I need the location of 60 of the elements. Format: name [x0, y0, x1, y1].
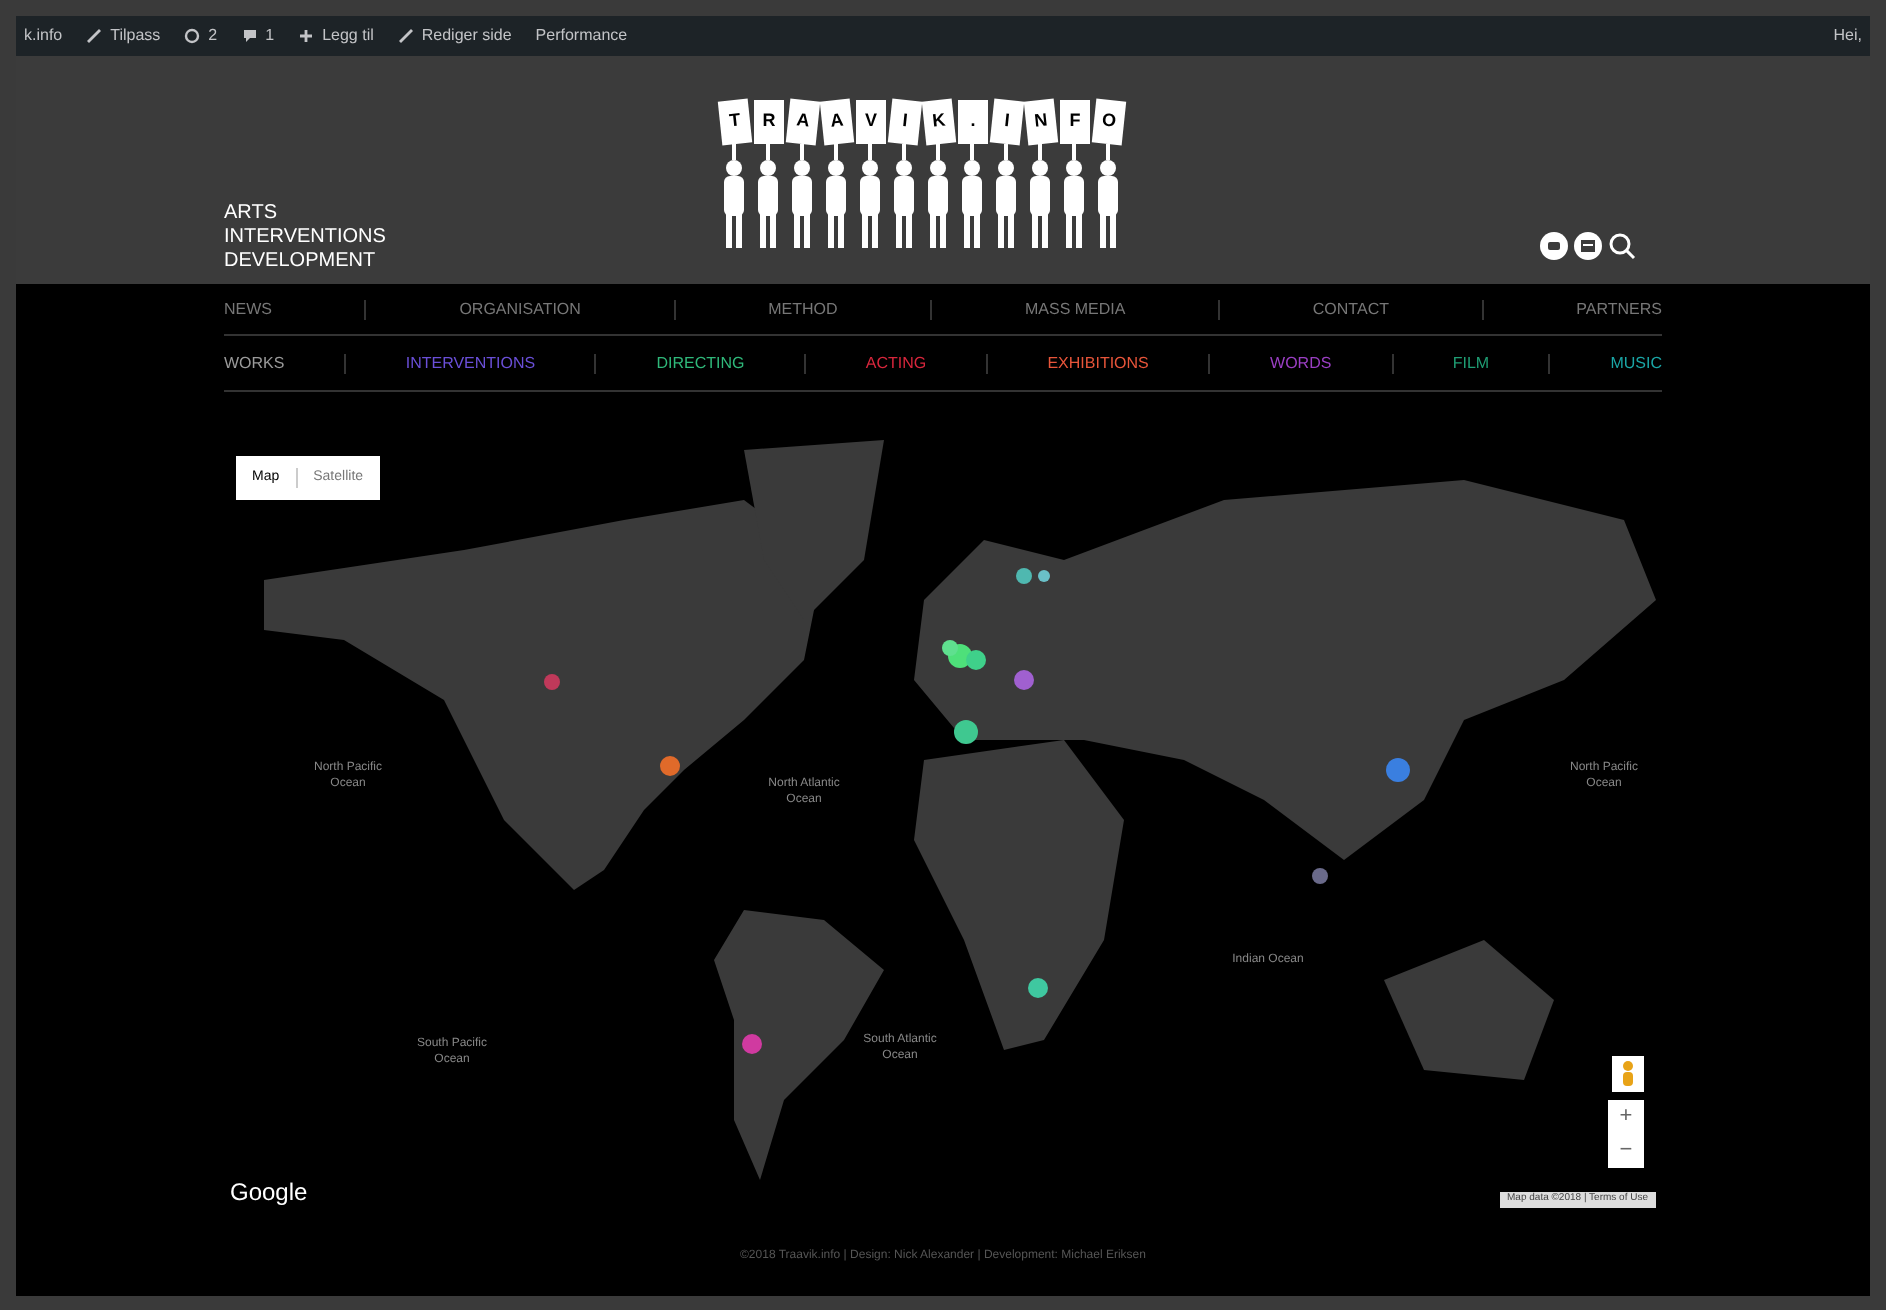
toolbar-link[interactable]: Legg til	[298, 24, 374, 48]
tagline-text: DEVELOPMENT	[224, 250, 378, 274]
map-marker[interactable]	[942, 640, 958, 656]
sign-letter: V	[856, 100, 886, 144]
sign-letter: N	[1023, 98, 1059, 146]
category-link[interactable]: MUSIC	[1610, 351, 1662, 375]
toolbar-link[interactable]: Rediger side	[397, 24, 512, 48]
map-marker[interactable]	[1386, 758, 1410, 782]
sign-letter: R	[754, 100, 784, 144]
sign-letter: F	[1060, 100, 1090, 144]
nav-link[interactable]: MASS MEDIA	[1024, 297, 1126, 321]
map-marker[interactable]	[1028, 978, 1048, 998]
toolbar-link[interactable]: Performance	[535, 24, 628, 48]
comment-icon	[241, 28, 258, 44]
sign-letter: K	[921, 98, 957, 146]
zoom-in-button[interactable]: +	[1619, 1100, 1633, 1134]
sign-letter: .	[958, 100, 988, 144]
category-link[interactable]: DIRECTING	[656, 351, 745, 375]
sign-letter: A	[785, 98, 821, 146]
toolbar-link[interactable]: 1	[241, 24, 275, 48]
refresh-icon	[184, 28, 201, 44]
map-marker[interactable]	[966, 650, 986, 670]
category-link[interactable]: WORDS	[1270, 351, 1332, 375]
nav-link[interactable]: NEWS	[224, 297, 272, 321]
nav-link[interactable]: ORGANISATION	[459, 297, 581, 321]
map-marker[interactable]	[1016, 568, 1032, 584]
sign-letter: I	[989, 98, 1025, 146]
sign-letter: O	[1091, 98, 1127, 146]
tagline-text: ARTS	[224, 202, 279, 226]
category-link[interactable]: ACTING	[865, 351, 927, 375]
social-icon[interactable]	[1574, 232, 1602, 260]
map-marker[interactable]	[1038, 570, 1050, 582]
tagline-text: INTERVENTIONS	[224, 226, 386, 250]
plus-icon	[298, 28, 315, 44]
category-link[interactable]: WORKS	[224, 351, 285, 375]
map-marker[interactable]	[1014, 670, 1034, 690]
video-icon[interactable]	[1540, 232, 1568, 260]
sign-letter: T	[717, 98, 753, 146]
sign-letter: A	[819, 98, 855, 146]
category-link[interactable]: EXHIBITIONS	[1047, 351, 1149, 375]
map-marker[interactable]	[544, 674, 560, 690]
nav-link[interactable]: PARTNERS	[1576, 297, 1662, 321]
search-icon[interactable]	[1608, 232, 1636, 260]
toolbar-link[interactable]: k.info	[24, 24, 63, 48]
greeting[interactable]: Hei,	[1833, 24, 1862, 48]
nav-link[interactable]: CONTACT	[1312, 297, 1389, 321]
map-marker[interactable]	[742, 1034, 762, 1054]
pencil-icon	[86, 28, 103, 44]
zoom-out-button[interactable]: −	[1619, 1134, 1633, 1168]
sign-letter: I	[887, 98, 923, 146]
toolbar-link[interactable]: Tilpass	[86, 24, 161, 48]
category-link[interactable]: INTERVENTIONS	[405, 351, 536, 375]
map-marker[interactable]	[954, 720, 978, 744]
google-logo: Google	[230, 1176, 308, 1210]
pencil-icon	[397, 28, 414, 44]
map-marker[interactable]	[1312, 868, 1328, 884]
category-link[interactable]: FILM	[1452, 351, 1490, 375]
map-marker[interactable]	[660, 756, 680, 776]
toolbar-link[interactable]: 2	[184, 24, 218, 48]
nav-link[interactable]: METHOD	[768, 297, 838, 321]
